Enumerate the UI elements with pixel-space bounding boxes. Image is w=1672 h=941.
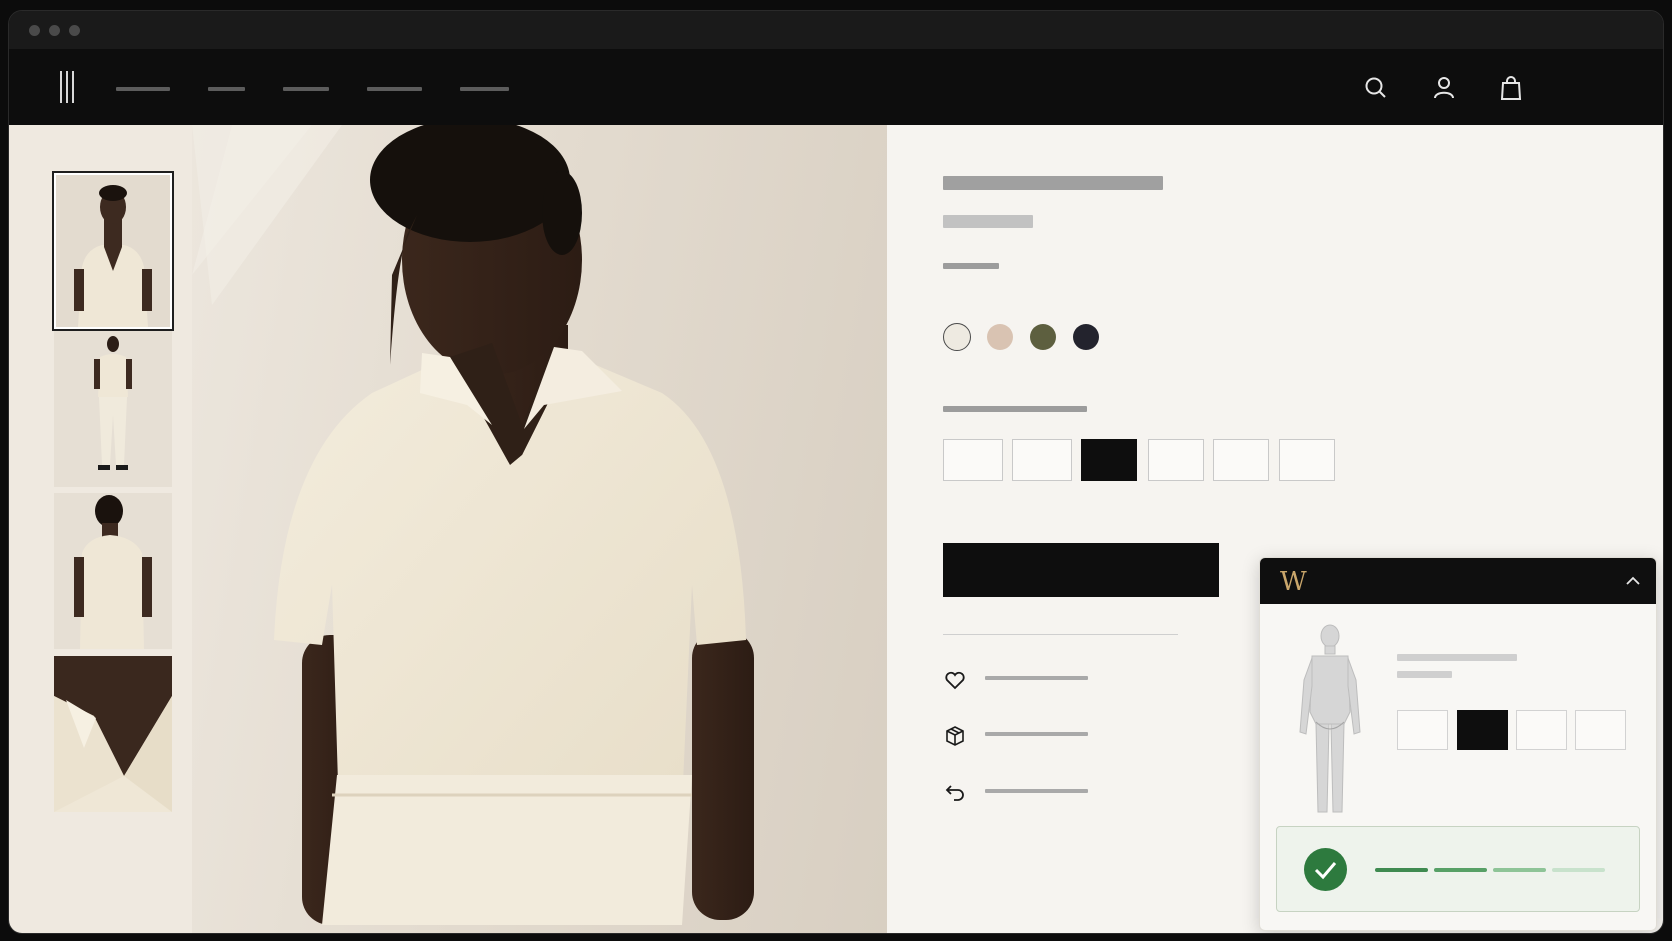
- brand-bars-logo[interactable]: [60, 71, 78, 105]
- nav-link-4[interactable]: [367, 87, 422, 91]
- size-fit-widget: W: [1259, 557, 1657, 931]
- nav-link-5[interactable]: [460, 87, 509, 91]
- check-icon: [1304, 848, 1347, 891]
- heart-icon[interactable]: [943, 668, 967, 692]
- title-bar: [9, 11, 1663, 49]
- minimize-window-button[interactable]: [49, 25, 60, 36]
- product-price: [943, 215, 1033, 228]
- widget-size-option-4[interactable]: [1575, 710, 1626, 750]
- size-label: [943, 406, 1087, 412]
- close-window-button[interactable]: [29, 25, 40, 36]
- returns-label: [985, 789, 1088, 793]
- fit-recommendation-title: [1397, 654, 1517, 661]
- fit-confidence-card: [1276, 826, 1640, 912]
- widget-size-option-3[interactable]: [1516, 710, 1567, 750]
- size-option-1[interactable]: [943, 439, 1003, 481]
- nav-link-3[interactable]: [283, 87, 329, 91]
- nav-link-1[interactable]: [116, 87, 170, 91]
- divider: [943, 634, 1178, 635]
- thumbnail-collar-detail-view[interactable]: [54, 656, 172, 812]
- product-title: [943, 176, 1163, 190]
- maximize-window-button[interactable]: [69, 25, 80, 36]
- search-icon[interactable]: [1362, 74, 1390, 102]
- widget-header[interactable]: W: [1260, 558, 1656, 604]
- browser-window: W: [8, 10, 1664, 934]
- thumbnail-back-view[interactable]: [54, 493, 172, 649]
- return-icon: [943, 780, 967, 804]
- widget-logo: W: [1280, 567, 1307, 597]
- user-icon[interactable]: [1430, 74, 1458, 102]
- top-navigation: [9, 49, 1663, 125]
- size-option-3[interactable]: [1081, 439, 1137, 481]
- thumbnail-full-body-view[interactable]: [54, 331, 172, 487]
- size-option-4[interactable]: [1148, 439, 1204, 481]
- bag-icon[interactable]: [1497, 74, 1525, 102]
- wishlist-label: [985, 676, 1088, 680]
- fit-meter-segment-4: [1552, 868, 1605, 872]
- size-option-2[interactable]: [1012, 439, 1072, 481]
- size-option-6[interactable]: [1279, 439, 1335, 481]
- shipping-label: [985, 732, 1088, 736]
- nav-link-2[interactable]: [208, 87, 245, 91]
- chevron-up-icon[interactable]: [1624, 572, 1642, 590]
- color-swatch-beige[interactable]: [987, 324, 1013, 350]
- fit-meter-segment-2: [1434, 868, 1487, 872]
- package-icon: [943, 724, 967, 748]
- fit-meter-segment-3: [1493, 868, 1546, 872]
- thumbnail-rail: [9, 125, 192, 933]
- main-product-image: [192, 125, 887, 933]
- body-figure-icon: [1299, 624, 1361, 813]
- widget-size-option-1[interactable]: [1397, 710, 1448, 750]
- color-swatch-navy[interactable]: [1073, 324, 1099, 350]
- thumbnail-front-view[interactable]: [52, 171, 174, 331]
- fit-recommendation-subtitle: [1397, 671, 1452, 678]
- fit-meter-segment-1: [1375, 868, 1428, 872]
- add-to-bag-button[interactable]: [943, 543, 1219, 597]
- widget-size-option-2[interactable]: [1457, 710, 1508, 750]
- size-option-5[interactable]: [1213, 439, 1269, 481]
- color-label: [943, 263, 999, 269]
- color-swatch-olive[interactable]: [1030, 324, 1056, 350]
- color-swatch-cream[interactable]: [943, 323, 971, 351]
